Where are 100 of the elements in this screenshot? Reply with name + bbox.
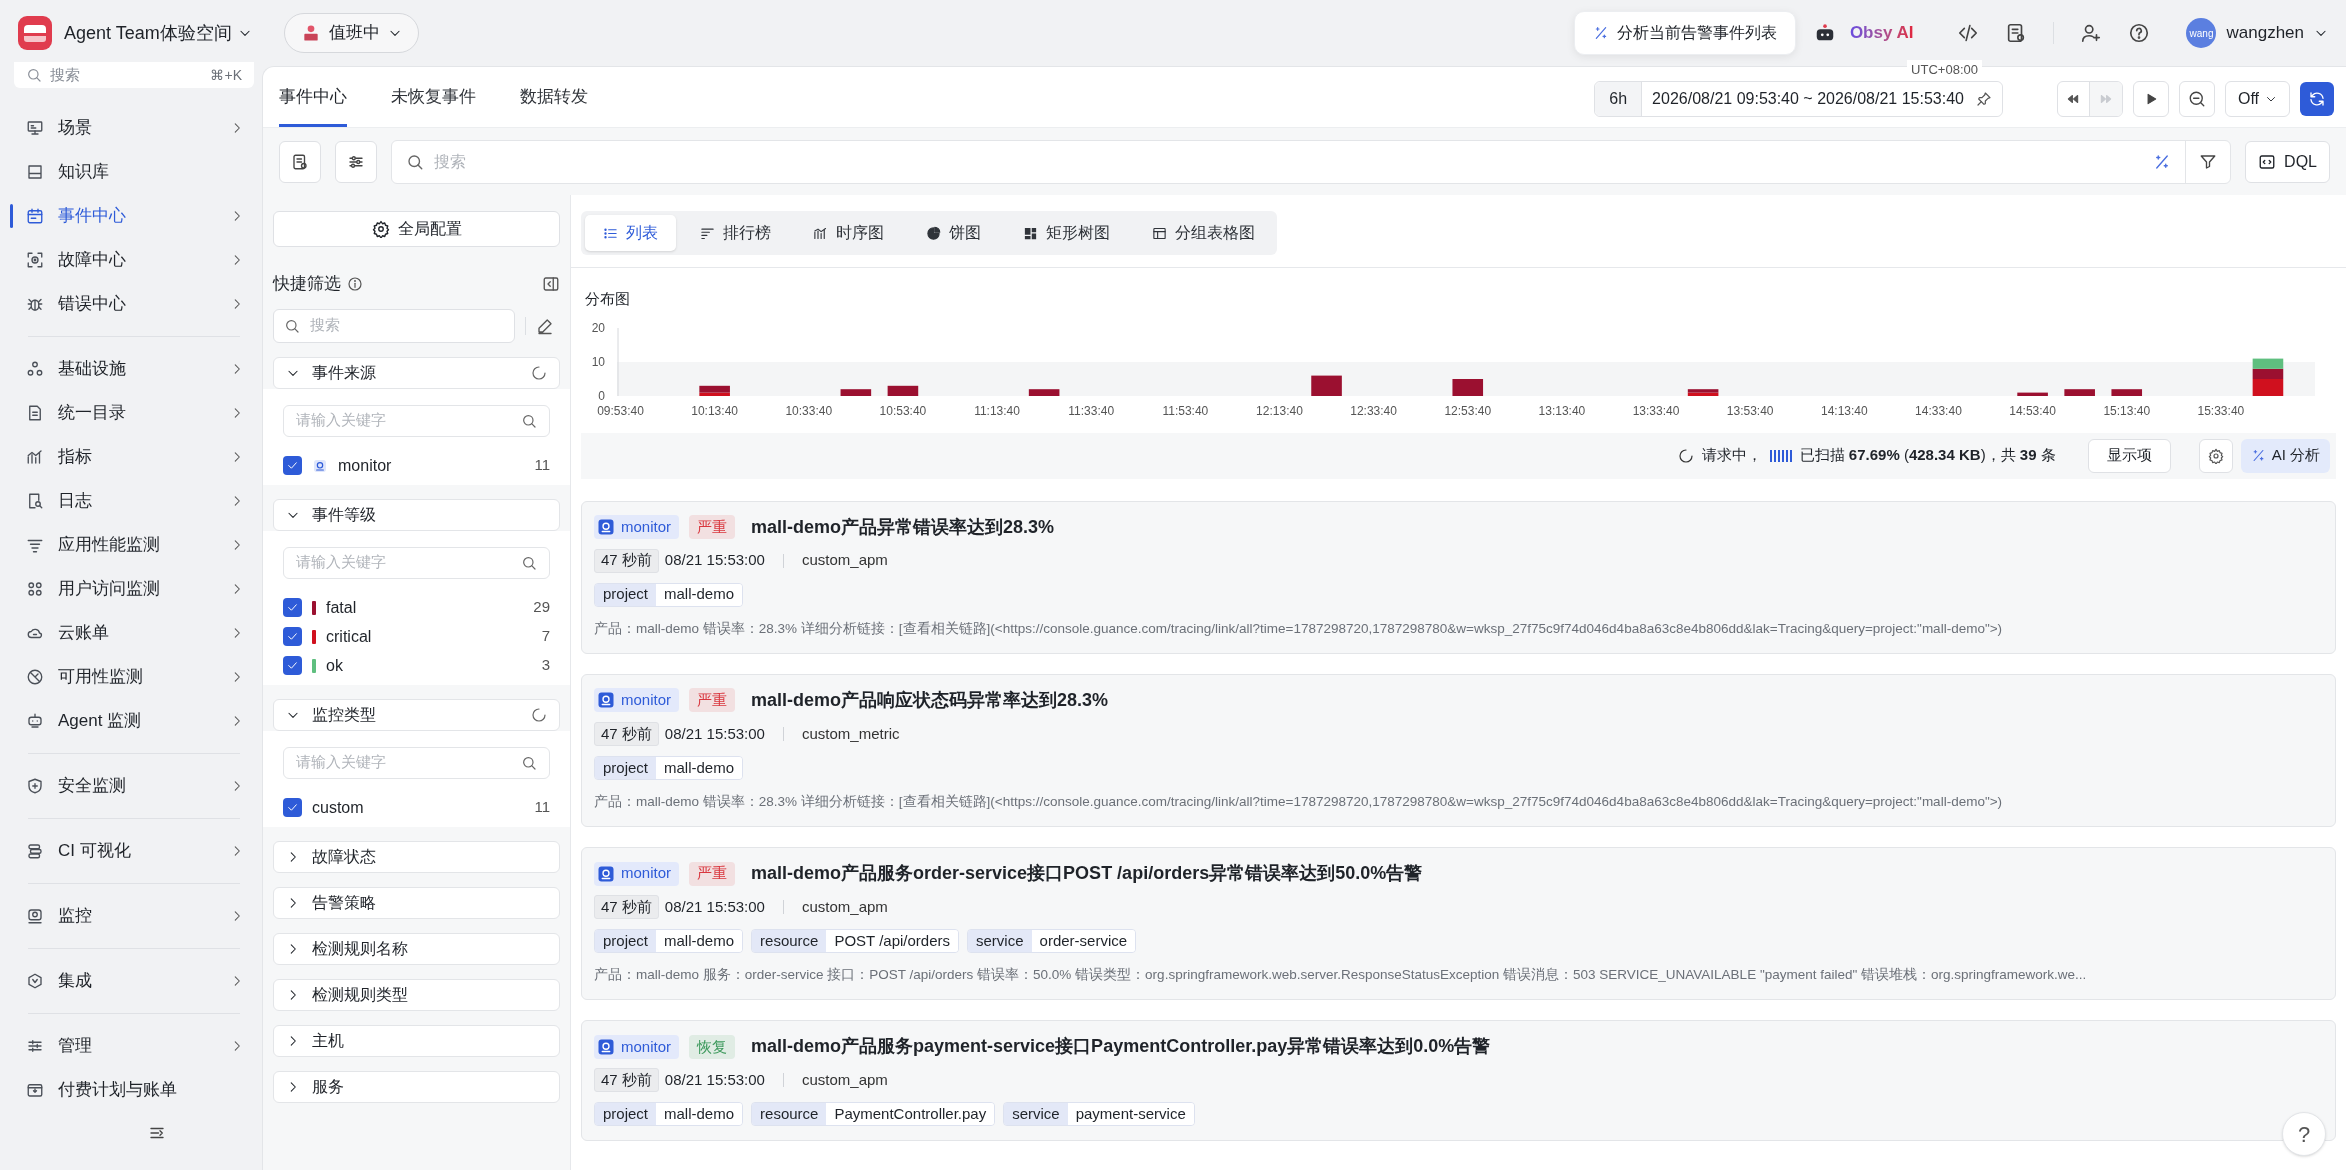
view-tab[interactable]: 分组表格图 bbox=[1134, 215, 1273, 251]
severity-badge: 严重 bbox=[689, 688, 736, 713]
view-tab[interactable]: 列表 bbox=[585, 215, 676, 251]
sidebar-item[interactable]: Agent 监测 bbox=[14, 699, 254, 743]
filter-group-header[interactable]: 故障状态 bbox=[273, 840, 560, 873]
filter-option-label[interactable]: fatal bbox=[326, 595, 524, 620]
filter-option-label[interactable]: custom bbox=[312, 795, 525, 820]
tab[interactable]: 未恢复事件 bbox=[391, 69, 476, 127]
treemap-icon bbox=[1023, 225, 1038, 241]
filter-option-label[interactable]: ok bbox=[326, 653, 532, 678]
tag-key: resource bbox=[752, 1103, 827, 1126]
sidebar-item[interactable]: 故障中心 bbox=[14, 238, 254, 282]
columns-button[interactable]: 显示项 bbox=[2087, 438, 2171, 473]
edit-icon[interactable] bbox=[536, 316, 554, 335]
filter-group-header[interactable]: 事件等级 bbox=[273, 498, 560, 531]
refresh-interval-dropdown[interactable]: Off bbox=[2224, 81, 2290, 117]
help-icon[interactable] bbox=[2128, 22, 2151, 44]
sidebar-item[interactable]: CI 可视化 bbox=[14, 829, 254, 873]
event-card[interactable] bbox=[581, 500, 2336, 654]
checkbox[interactable] bbox=[283, 456, 302, 475]
tag-value: order-service bbox=[1031, 930, 1136, 952]
sidebar-item[interactable]: 基础设施 bbox=[14, 347, 254, 391]
time-preset-button[interactable]: 6h bbox=[1595, 82, 1643, 116]
bar bbox=[2252, 358, 2284, 369]
checkbox[interactable] bbox=[283, 798, 302, 817]
relative-time: 47 秒前 bbox=[594, 548, 659, 573]
sidebar-item[interactable]: 监控 bbox=[14, 894, 254, 938]
sidebar-item[interactable]: 管理 bbox=[14, 1024, 254, 1068]
chart-icon bbox=[26, 448, 44, 466]
workspace-switcher[interactable]: Agent Team体验空间 bbox=[64, 19, 252, 47]
event-type: custom_apm bbox=[801, 1070, 888, 1090]
sidebar-item[interactable]: 付费计划与账单 bbox=[14, 1068, 254, 1112]
zoom-out-icon bbox=[2187, 90, 2206, 108]
filter-group-header[interactable]: 主机 bbox=[273, 1024, 560, 1057]
search-icon bbox=[521, 554, 537, 571]
filter-group-header[interactable]: 事件来源 bbox=[273, 356, 560, 389]
sidebar-item[interactable]: 可用性监测 bbox=[14, 655, 254, 699]
sidebar-item[interactable]: 统一目录 bbox=[14, 391, 254, 435]
dql-button[interactable]: DQL bbox=[2245, 140, 2330, 183]
event-title[interactable]: mall-demo产品服务payment-service接口PaymentController.pay异常错误率达到0.0%告警 bbox=[751, 1033, 1491, 1061]
event-description: 产品：mall-demo 错误率：28.3% 详细分析链接：[查看相关链路](<https://console.guance.com/tracing/link/all?time=1787298720,1787298780&w=wksp_27f75c9f74d046d4ba8a63c8e4b806dd&lak=Tracing&query=project:"mall-demo">) bbox=[594, 792, 2004, 811]
view-tab[interactable]: 排行榜 bbox=[682, 215, 789, 251]
sidebar-item[interactable]: 日志 bbox=[14, 479, 254, 523]
sidebar-item[interactable]: 场景 bbox=[14, 106, 254, 150]
view-tab[interactable]: 时序图 bbox=[795, 215, 902, 251]
app-logo[interactable] bbox=[18, 16, 52, 50]
filter-group-header[interactable]: 服务 bbox=[273, 1070, 560, 1103]
tag-key: resource bbox=[752, 930, 827, 952]
tab[interactable]: 数据转发 bbox=[520, 69, 588, 127]
event-card[interactable] bbox=[581, 847, 2336, 1001]
sidebar-item[interactable]: 错误中心 bbox=[14, 282, 254, 326]
sidebar-item[interactable]: 云账单 bbox=[14, 611, 254, 655]
user-menu[interactable]: wang wangzhen bbox=[2186, 18, 2328, 48]
settings-button[interactable] bbox=[335, 140, 377, 183]
y-tick-label: 20 bbox=[591, 320, 605, 335]
checkbox[interactable] bbox=[283, 656, 302, 675]
filter-option-label[interactable]: monitor bbox=[338, 453, 525, 478]
wallet-icon bbox=[26, 1081, 44, 1099]
event-title[interactable]: mall-demo产品异常错误率达到28.3% bbox=[751, 513, 1055, 541]
view-tab[interactable]: 矩形树图 bbox=[1005, 215, 1128, 251]
checkbox[interactable] bbox=[283, 627, 302, 646]
x-tick-label: 13:53:40 bbox=[1726, 403, 1774, 418]
view-tab[interactable]: 饼图 bbox=[908, 215, 999, 251]
x-tick-label: 10:33:40 bbox=[785, 403, 833, 418]
ai-prompt-button[interactable]: 分析当前告警事件列表 bbox=[1573, 11, 1796, 55]
zoom-out-button[interactable] bbox=[2178, 81, 2215, 117]
filter-group-header[interactable]: 监控类型 bbox=[273, 698, 560, 731]
filter-group-header[interactable]: 检测规则类型 bbox=[273, 978, 560, 1011]
play-button[interactable] bbox=[2132, 81, 2169, 117]
sidebar-item[interactable]: 指标 bbox=[14, 435, 254, 479]
filter-option-label[interactable]: critical bbox=[326, 624, 532, 649]
add-user-icon[interactable] bbox=[2080, 22, 2103, 44]
saved-views-button[interactable] bbox=[279, 140, 321, 183]
bar bbox=[840, 388, 872, 396]
monitor-source-icon bbox=[597, 518, 615, 536]
gauge-icon bbox=[26, 668, 44, 686]
filter-group-header[interactable]: 检测规则名称 bbox=[273, 932, 560, 965]
source-tag: monitor bbox=[594, 861, 680, 886]
sidebar-search-field[interactable]: 搜索 ⌘+K bbox=[14, 62, 254, 88]
global-config-button[interactable]: 全局配置 bbox=[273, 211, 560, 247]
checkbox[interactable] bbox=[283, 598, 302, 617]
refresh-button[interactable] bbox=[2300, 82, 2334, 116]
pie-chart-icon bbox=[926, 225, 941, 241]
tag-value: payment-service bbox=[1067, 1103, 1194, 1126]
sidebar-item[interactable]: 安全监测 bbox=[14, 764, 254, 808]
event-title[interactable]: mall-demo产品响应状态码异常率达到28.3% bbox=[751, 686, 1109, 714]
settings-button[interactable] bbox=[2198, 438, 2233, 473]
sidebar-item[interactable]: 应用性能监测 bbox=[14, 523, 254, 567]
collapse-panel-icon[interactable] bbox=[542, 274, 560, 293]
ai-analysis-button[interactable]: AI 分析 bbox=[2240, 438, 2330, 473]
sidebar-item[interactable]: 集成 bbox=[14, 959, 254, 1003]
scan-summary: 已扫描 67.69% (428.34 KB)，共 39 条 bbox=[1799, 445, 2056, 466]
event-card[interactable] bbox=[581, 673, 2336, 827]
sidebar-item[interactable]: 用户访问监测 bbox=[14, 567, 254, 611]
duty-status-button[interactable]: 值班中 bbox=[283, 13, 419, 53]
event-title[interactable]: mall-demo产品服务order-service接口POST /api/orders异常错误率达到50.0%告警 bbox=[751, 860, 1423, 887]
filter-icon bbox=[2199, 152, 2218, 171]
filter-group-header[interactable]: 告警策略 bbox=[273, 886, 560, 919]
sidebar-item[interactable]: 知识库 bbox=[14, 150, 254, 194]
code-icon[interactable] bbox=[1957, 22, 1980, 44]
